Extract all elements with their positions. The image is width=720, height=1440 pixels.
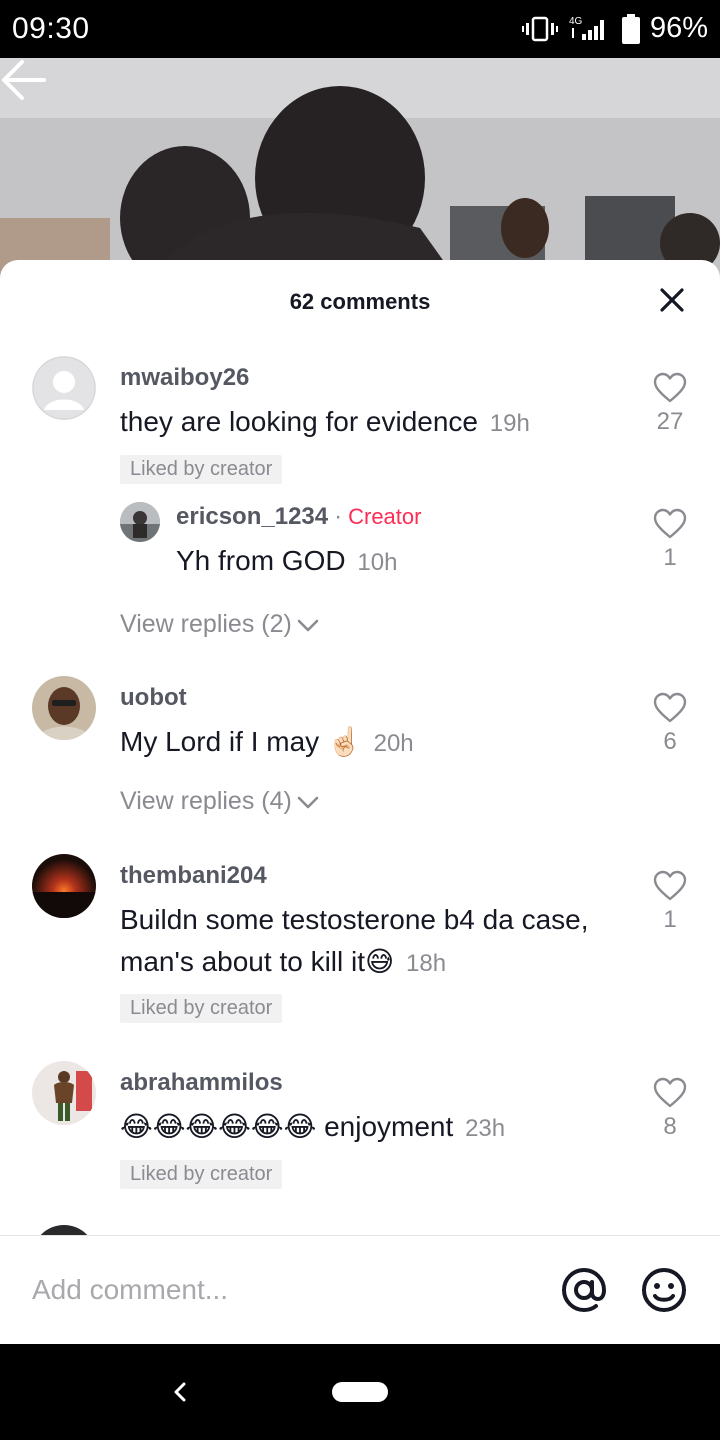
sheet-header: 62 comments: [0, 260, 720, 342]
comment-time: 20h: [373, 730, 414, 757]
system-nav-bar: [0, 1344, 720, 1440]
heart-outline-icon[interactable]: [653, 870, 687, 902]
heart-outline-icon[interactable]: [653, 692, 687, 724]
nav-home-pill[interactable]: [332, 1382, 388, 1402]
avatar[interactable]: [120, 502, 160, 542]
avatar[interactable]: [32, 1061, 96, 1125]
like-count: 27: [656, 408, 684, 435]
comments-sheet: 62 comments mwaiboy26 they are looking f…: [0, 260, 720, 1344]
default-avatar-icon: [32, 356, 96, 420]
comments-count-title: 62 comments: [289, 289, 431, 314]
status-time: 09:30: [12, 12, 90, 45]
creator-avatar-image: [120, 502, 160, 542]
liked-by-creator-badge: Liked by creator: [120, 1160, 283, 1189]
network-label: 4G: [569, 16, 583, 27]
emoji-icon[interactable]: [640, 1266, 688, 1314]
status-icons: 4G 96%: [521, 12, 708, 45]
chevron-down-icon: [297, 619, 319, 631]
reply-body: Yh from GOD: [176, 545, 346, 576]
reply-time: 10h: [357, 549, 398, 576]
comment-list[interactable]: mwaiboy26 they are looking for evidence …: [0, 342, 720, 1235]
comment-emoji: 😂😂😂😂😂😂: [120, 1111, 317, 1142]
at-mention-icon[interactable]: [560, 1266, 608, 1314]
comment-input[interactable]: Add comment...: [32, 1274, 228, 1306]
comment-text: Buildn some testosterone b4 da case, man…: [120, 899, 630, 985]
comment-text: My Lord if I may ☝🏻 20h: [120, 721, 630, 765]
battery-icon: [621, 13, 640, 44]
back-arrow-icon[interactable]: [0, 58, 48, 102]
comment-time: 23h: [465, 1115, 506, 1142]
comment-text: 😂😂😂😂😂😂 enjoyment 23h: [120, 1106, 630, 1150]
signal-icon: 4G: [569, 16, 604, 40]
like-count: 8: [663, 1113, 677, 1140]
view-replies-label: View replies (4): [120, 787, 292, 815]
avatar[interactable]: [32, 854, 96, 918]
comment-body: they are looking for evidence: [120, 406, 478, 437]
like-count: 6: [663, 728, 677, 755]
comment-time: 19h: [489, 410, 530, 437]
comment-username[interactable]: thembani204: [120, 862, 267, 890]
like-button[interactable]: 1: [650, 508, 690, 572]
like-button[interactable]: 6: [650, 692, 690, 756]
liked-by-creator-badge: Liked by creator: [120, 994, 283, 1023]
comment-emoji: ☝🏻: [326, 726, 362, 757]
avatar[interactable]: [32, 1225, 96, 1235]
user-avatar-image: [32, 676, 96, 740]
nav-back-icon[interactable]: [166, 1378, 194, 1406]
sunset-avatar-image: [32, 854, 96, 918]
reply-username-row: ericson_1234 · Creator: [176, 503, 421, 531]
like-button[interactable]: 27: [650, 372, 690, 436]
heart-outline-icon[interactable]: [653, 1077, 687, 1109]
chevron-down-icon: [297, 796, 319, 808]
like-count: 1: [663, 544, 677, 571]
heart-outline-icon[interactable]: [653, 508, 687, 540]
comment-username[interactable]: mwaiboy26: [120, 364, 249, 392]
creator-badge: Creator: [348, 504, 422, 529]
comment-time: 18h: [406, 950, 447, 977]
like-button[interactable]: 8: [650, 1077, 690, 1141]
comment-emoji: 😅: [365, 946, 395, 977]
comment-text: they are looking for evidence 19h: [120, 401, 630, 445]
heart-outline-icon[interactable]: [653, 372, 687, 404]
comment-body-line2: man's about to kill it: [120, 946, 366, 977]
comment-body: My Lord if I may: [120, 726, 320, 757]
comment-body: enjoyment: [324, 1111, 454, 1142]
like-count: 1: [663, 906, 677, 933]
user-avatar-image: [32, 1061, 96, 1125]
battery-percent: 96%: [649, 12, 708, 44]
view-replies-button[interactable]: View replies (4): [120, 787, 320, 816]
reply-text: Yh from GOD 10h: [176, 540, 616, 584]
status-bar: 09:30 4G 96%: [0, 0, 720, 58]
liked-by-creator-badge: Liked by creator: [120, 455, 283, 484]
comment-body-line1: Buildn some testosterone b4 da case,: [120, 904, 589, 935]
vibrate-icon: [521, 16, 558, 41]
like-button[interactable]: 1: [650, 870, 690, 934]
view-replies-button[interactable]: View replies (2): [120, 610, 320, 639]
reply-username[interactable]: ericson_1234: [176, 503, 328, 530]
avatar[interactable]: [32, 356, 96, 420]
comment-username[interactable]: abrahammilos: [120, 1069, 283, 1097]
close-icon[interactable]: [658, 286, 686, 314]
comment-username[interactable]: uobot: [120, 684, 187, 712]
avatar[interactable]: [32, 676, 96, 740]
view-replies-label: View replies (2): [120, 610, 292, 638]
comment-input-bar: Add comment...: [0, 1235, 720, 1344]
separator-dot: ·: [334, 503, 343, 530]
